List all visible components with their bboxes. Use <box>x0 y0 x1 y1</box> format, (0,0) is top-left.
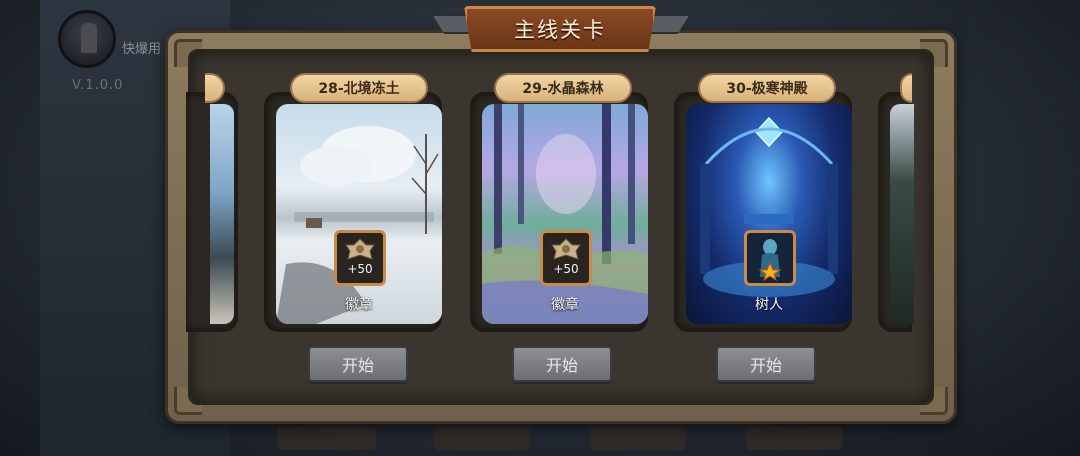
bottom-tab-leaderboard <box>590 426 686 450</box>
stage-card-partial-left[interactable] <box>186 92 238 332</box>
stage-image-snow: +50 徽章 <box>276 104 442 324</box>
player-name: 快爆用 <box>122 42 162 57</box>
dialog-title-banner: 主线关卡 <box>464 6 656 52</box>
game-screen: 快爆用 V.1.0.0 主线关卡 +50 徽章 28-北境冻土 开始 +50 徽… <box>0 0 1080 456</box>
snow-scene-art <box>276 126 439 324</box>
reward-value: +50 <box>347 262 373 276</box>
bottom-tab-quick-battle <box>434 426 530 450</box>
stage-card-29[interactable]: +50 徽章 <box>470 92 648 332</box>
badge-icon <box>551 238 581 260</box>
start-button[interactable]: 开始 <box>308 346 408 382</box>
stage-label: 30-极寒神殿 <box>698 73 836 103</box>
reward-unit <box>744 230 796 286</box>
stage-card-28[interactable]: +50 徽章 <box>264 92 442 332</box>
stage-image <box>210 104 234 324</box>
version-label: V.1.0.0 <box>72 78 124 93</box>
badge-icon <box>345 238 375 260</box>
bottom-tab-stages <box>746 426 842 450</box>
stage-label-partial <box>900 73 912 103</box>
treant-star-icon <box>758 239 782 281</box>
start-button[interactable]: 开始 <box>512 346 612 382</box>
stage-image-temple: 树人 <box>686 104 852 324</box>
reward-value: +50 <box>553 262 579 276</box>
dialog-title: 主线关卡 <box>514 18 606 42</box>
reward-badge: +50 <box>334 230 386 286</box>
stage-card-30[interactable]: 树人 <box>674 92 852 332</box>
reward-name: 徽章 <box>551 297 579 313</box>
stage-label: 28-北境冻土 <box>290 73 428 103</box>
player-avatar[interactable] <box>58 10 116 68</box>
forest-scene-art <box>482 104 648 324</box>
stage-card-partial-right[interactable] <box>878 92 914 332</box>
reward-badge: +50 <box>540 230 592 286</box>
reward-name: 徽章 <box>345 297 373 313</box>
stage-label: 29-水晶森林 <box>494 73 632 103</box>
reward-name: 树人 <box>755 297 783 313</box>
stage-image-forest: +50 徽章 <box>482 104 648 324</box>
temple-scene-art <box>700 116 838 297</box>
bottom-tab-get-pieces <box>278 426 376 450</box>
start-button[interactable]: 开始 <box>716 346 816 382</box>
stage-image <box>890 104 914 324</box>
